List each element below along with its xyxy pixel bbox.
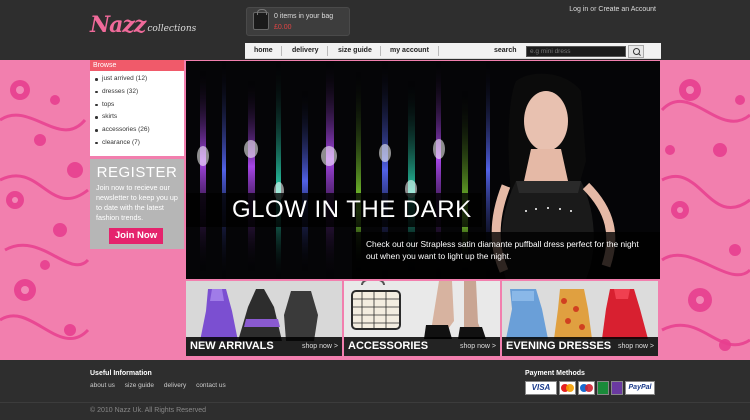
tile-label: ACCESSORIES [348,340,429,352]
search-button[interactable] [628,45,644,58]
create-account-link[interactable]: Create an Account [598,6,656,13]
browse-list: just arrived (12) dresses (32) tops skir… [90,71,184,150]
bag-item-count: 0 items in your bag [274,13,334,20]
tile-evening-dresses[interactable]: EVENING DRESSES shop now > [502,281,658,356]
payment-cards: VISA PayPal [525,379,661,396]
hero-description: Check out our Strapless satin diamante p… [352,232,660,279]
nav-delivery[interactable]: delivery [292,43,318,59]
nav-my-account[interactable]: my account [390,43,429,59]
tile-label: NEW ARRIVALS [190,340,274,352]
tile-new-arrivals[interactable]: NEW ARRIVALS shop now > [186,281,342,356]
shopping-bag-icon [253,9,269,30]
useful-info-title: Useful Information [90,370,152,377]
shop-now-link[interactable]: shop now > [302,337,338,356]
site-logo[interactable]: Nazz collections [90,10,196,38]
browse-panel: Browse just arrived (12) dresses (32) to… [90,60,184,156]
login-link[interactable]: Log in [569,6,588,13]
site-footer: Useful Information about us size guide d… [0,360,750,420]
browse-item-just-arrived[interactable]: just arrived (12) [94,73,184,86]
register-panel: REGISTER Join now to recieve our newslet… [90,159,184,249]
shopping-bag-widget[interactable]: 0 items in your bag £0.00 [246,7,350,36]
tile-accessories[interactable]: ACCESSORIES shop now > [344,281,500,356]
maestro-icon [578,380,595,395]
nav-divider [380,46,381,56]
nav-divider [327,46,328,56]
browse-title: Browse [90,60,184,71]
payment-methods-title: Payment Methods [525,370,585,377]
tile-caption-bar: NEW ARRIVALS shop now > [186,337,342,356]
browse-item-accessories[interactable]: accessories (26) [94,124,184,137]
tile-label: EVENING DRESSES [506,340,612,352]
tile-caption-bar: ACCESSORIES shop now > [344,337,500,356]
hero-title: GLOW IN THE DARK [186,193,482,227]
footer-links: about us size guide delivery contact us [90,382,234,389]
footer-link-contact-us[interactable]: contact us [196,382,226,389]
copyright-text: © 2010 Nazz Uk. All Rights Reserved [90,407,207,414]
nav-divider [281,46,282,56]
nav-home[interactable]: home [254,43,273,59]
visa-card-icon: VISA [525,380,557,395]
switch-icon [611,380,623,395]
shop-now-link[interactable]: shop now > [460,337,496,356]
footer-divider [0,402,750,403]
site-header: Nazz collections 0 items in your bag £0.… [0,0,750,60]
browse-item-tops[interactable]: tops [94,99,184,112]
browse-item-dresses[interactable]: dresses (32) [94,86,184,99]
solo-icon [597,380,609,395]
account-or-text: or [590,6,597,13]
logo-sub-text: collections [147,24,197,34]
hero-banner[interactable]: GLOW IN THE DARK Check out our Strapless… [186,61,660,279]
browse-item-skirts[interactable]: skirts [94,111,184,124]
main-nav: home delivery size guide my account sear… [245,43,661,59]
footer-link-size-guide[interactable]: size guide [125,382,154,389]
mastercard-icon [559,380,576,395]
nav-divider [438,46,439,56]
search-label: search [494,47,517,54]
tile-caption-bar: EVENING DRESSES shop now > [502,337,658,356]
browse-item-clearance[interactable]: clearance (7) [94,137,184,150]
account-links: Log in or Create an Account [569,6,656,13]
nav-size-guide[interactable]: size guide [338,43,372,59]
bag-total: £0.00 [274,24,292,31]
register-text: Join now to recieve our newsletter to ke… [96,183,178,222]
footer-link-about-us[interactable]: about us [90,382,115,389]
footer-link-delivery[interactable]: delivery [164,382,186,389]
shop-now-link[interactable]: shop now > [618,337,654,356]
paypal-icon: PayPal [625,380,655,395]
join-now-button[interactable]: Join Now [109,228,163,244]
logo-main-text: Nazz [90,12,146,38]
search-input[interactable] [526,46,626,57]
register-title: REGISTER [96,164,178,181]
